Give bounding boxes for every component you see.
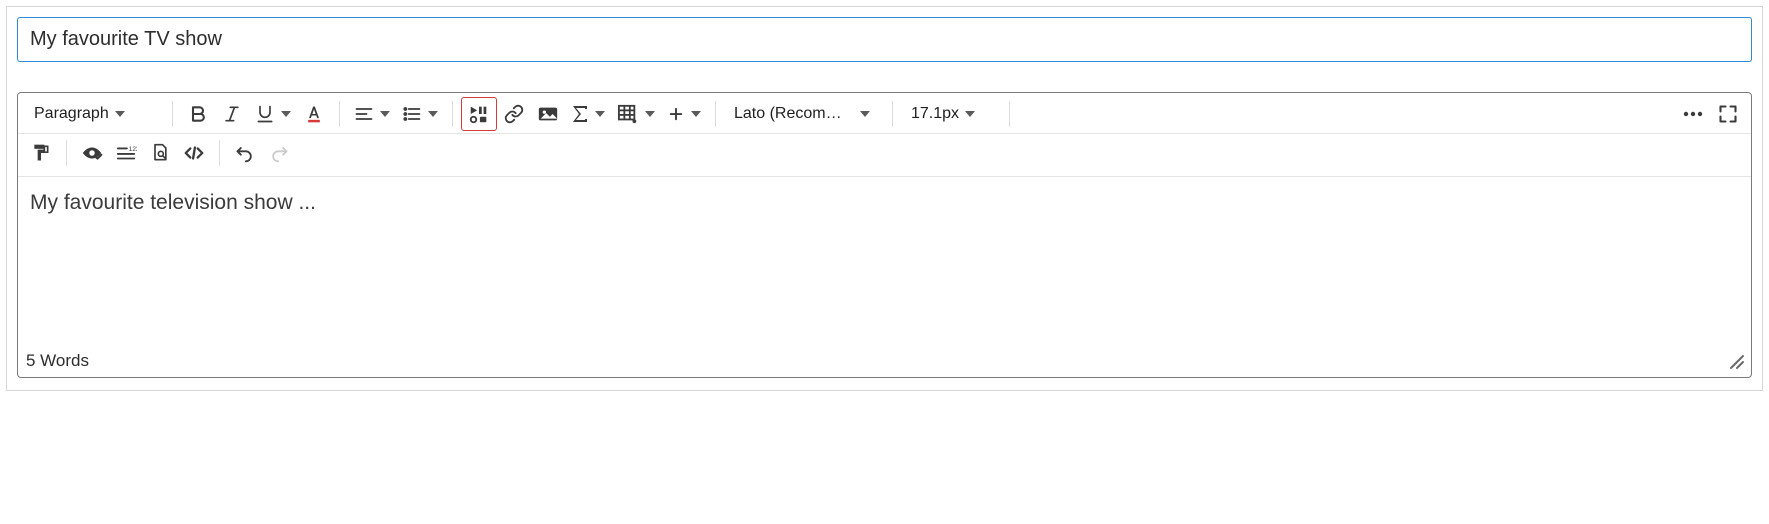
link-button[interactable] — [497, 97, 531, 131]
undo-button[interactable] — [228, 136, 262, 170]
more-actions-button[interactable] — [1675, 97, 1711, 131]
page-search-icon — [150, 143, 170, 163]
code-icon — [183, 144, 205, 162]
insert-stuff-button[interactable] — [461, 97, 497, 131]
undo-icon — [235, 143, 255, 163]
bold-icon — [188, 104, 208, 124]
status-bar: 5 Words — [18, 347, 1751, 377]
editor-content[interactable]: My favourite television show ... — [18, 177, 1751, 347]
link-icon — [504, 104, 524, 124]
italic-icon — [222, 104, 242, 124]
separator — [1009, 101, 1010, 127]
word-count-button[interactable]: 123 — [109, 136, 143, 170]
chevron-down-icon — [281, 111, 291, 117]
chevron-down-icon — [595, 111, 605, 117]
chevron-down-icon — [645, 111, 655, 117]
separator — [66, 140, 67, 166]
font-family-label: Lato (Recomm… — [734, 105, 854, 123]
redo-icon — [269, 143, 289, 163]
resize-grip-icon — [1727, 352, 1745, 370]
chevron-down-icon — [691, 111, 701, 117]
font-color-button[interactable] — [297, 97, 331, 131]
list-icon — [402, 104, 422, 124]
editor-card: Paragraph — [6, 6, 1763, 391]
underline-icon — [255, 104, 275, 124]
bold-button[interactable] — [181, 97, 215, 131]
separator — [172, 101, 173, 127]
separator — [339, 101, 340, 127]
redo-button[interactable] — [262, 136, 296, 170]
separator — [452, 101, 453, 127]
fullscreen-icon — [1718, 104, 1738, 124]
resize-handle[interactable] — [1727, 352, 1745, 370]
fullscreen-button[interactable] — [1711, 97, 1745, 131]
chevron-down-icon — [860, 111, 870, 117]
source-code-button[interactable] — [177, 136, 211, 170]
toolbar-row-1: Paragraph — [18, 93, 1751, 134]
word-count-label: 5 Words — [26, 351, 89, 371]
image-button[interactable] — [531, 97, 565, 131]
block-format-select[interactable]: Paragraph — [24, 97, 164, 131]
underline-button[interactable] — [249, 97, 297, 131]
insert-stuff-icon — [468, 104, 490, 124]
table-button[interactable] — [611, 97, 661, 131]
chevron-down-icon — [115, 111, 125, 117]
block-format-label: Paragraph — [34, 105, 109, 123]
insert-more-button[interactable] — [661, 97, 707, 131]
list-button[interactable] — [396, 97, 444, 131]
chevron-down-icon — [428, 111, 438, 117]
font-family-select[interactable]: Lato (Recomm… — [724, 97, 884, 131]
image-icon — [537, 104, 559, 124]
plus-icon — [667, 105, 685, 123]
italic-button[interactable] — [215, 97, 249, 131]
separator — [715, 101, 716, 127]
chevron-down-icon — [380, 111, 390, 117]
title-input[interactable] — [17, 17, 1752, 62]
font-color-icon — [304, 104, 324, 124]
chevron-down-icon — [965, 111, 975, 117]
format-painter-icon — [31, 143, 51, 163]
separator — [892, 101, 893, 127]
separator — [219, 140, 220, 166]
equation-button[interactable] — [565, 97, 611, 131]
font-size-select[interactable]: 17.1px — [901, 97, 1001, 131]
svg-text:123: 123 — [129, 146, 137, 153]
eye-check-icon — [81, 143, 103, 163]
rich-text-editor: Paragraph — [17, 92, 1752, 378]
align-button[interactable] — [348, 97, 396, 131]
font-size-label: 17.1px — [911, 105, 959, 123]
word-count-icon: 123 — [115, 144, 137, 162]
accessibility-checker-button[interactable] — [75, 136, 109, 170]
more-horizontal-icon — [1681, 104, 1705, 124]
sigma-icon — [571, 104, 589, 124]
align-left-icon — [354, 104, 374, 124]
toolbar-row-2: 123 — [18, 134, 1751, 177]
table-icon — [617, 104, 639, 124]
format-painter-button[interactable] — [24, 136, 58, 170]
preview-button[interactable] — [143, 136, 177, 170]
